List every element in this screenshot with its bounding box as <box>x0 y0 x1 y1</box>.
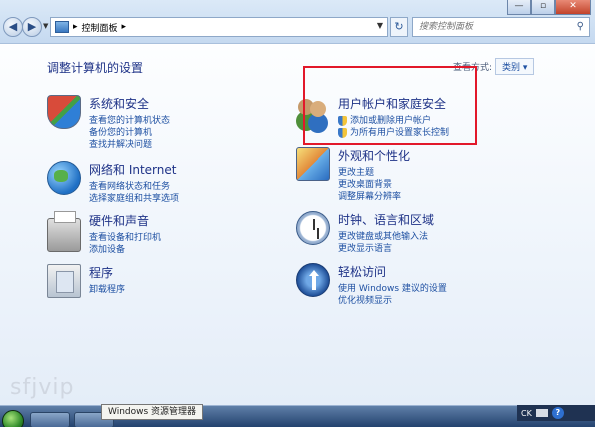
close-button[interactable]: ✕ <box>555 0 591 15</box>
control-panel-content: 调整计算机的设置 查看方式: 类别 ▾ 系统和安全 查看您的计算机状态 备份您的… <box>0 45 595 405</box>
maximize-button[interactable]: ▫ <box>531 0 555 15</box>
keyboard-icon[interactable] <box>535 409 548 417</box>
category-network: 网络和 Internet 查看网络状态和任务 选择家庭组和共享选项 <box>47 161 179 205</box>
category-title[interactable]: 外观和个性化 <box>338 147 410 164</box>
category-link[interactable]: 备份您的计算机 <box>89 127 170 139</box>
forward-arrow-icon: ▶ <box>27 20 37 33</box>
category-title[interactable]: 轻松访问 <box>338 263 447 280</box>
search-icon[interactable]: ⚲ <box>577 21 584 32</box>
address-toolbar: — ▫ ✕ ◀ ▶ ▼ ▸ 控制面板 ▸ ▼ ↻ ⚲ <box>0 0 595 44</box>
address-bar[interactable]: ▸ 控制面板 ▸ ▼ <box>50 17 388 37</box>
forward-button[interactable]: ▶ <box>22 17 42 37</box>
refresh-button[interactable]: ↻ <box>390 17 408 37</box>
page-title: 调整计算机的设置 <box>47 61 144 75</box>
category-ease-of-access: 轻松访问 使用 Windows 建议的设置 优化视频显示 <box>296 263 447 307</box>
start-button[interactable] <box>2 410 24 427</box>
taskbar-item[interactable] <box>30 412 70 427</box>
language-indicator[interactable]: CK <box>521 409 532 418</box>
category-link[interactable]: 查看您的计算机状态 <box>89 115 170 127</box>
category-link[interactable]: 更改显示语言 <box>338 243 434 255</box>
search-box[interactable]: ⚲ <box>412 17 590 37</box>
category-title[interactable]: 程序 <box>89 264 125 281</box>
category-title[interactable]: 网络和 Internet <box>89 161 179 178</box>
clock-globe-icon[interactable] <box>296 211 330 245</box>
category-hardware-sound: 硬件和声音 查看设备和打印机 添加设备 <box>47 211 161 256</box>
back-button[interactable]: ◀ <box>3 17 23 37</box>
category-link[interactable]: 更改主题 <box>338 167 410 179</box>
window-controls: — ▫ ✕ <box>507 0 591 15</box>
category-link[interactable]: 更改键盘或其他输入法 <box>338 231 434 243</box>
category-link[interactable]: 查看设备和打印机 <box>89 232 161 244</box>
category-link[interactable]: 查找并解决问题 <box>89 139 170 151</box>
address-dropdown-icon[interactable]: ▼ <box>377 21 383 30</box>
category-appearance: 外观和个性化 更改主题 更改桌面背景 调整屏幕分辨率 <box>296 147 410 203</box>
programs-icon[interactable] <box>47 264 81 298</box>
breadcrumb-separator[interactable]: ▸ <box>73 22 78 32</box>
category-link[interactable]: 选择家庭组和共享选项 <box>89 193 179 205</box>
category-title[interactable]: 系统和安全 <box>89 95 170 112</box>
category-link[interactable]: 查看网络状态和任务 <box>89 181 179 193</box>
search-input[interactable] <box>413 18 563 36</box>
system-security-icon[interactable] <box>47 95 81 129</box>
view-by-select[interactable]: 类别 ▾ <box>495 58 535 75</box>
network-globe-icon[interactable] <box>47 161 81 195</box>
watermark: sfjvip <box>10 375 75 400</box>
help-icon[interactable]: ? <box>551 407 564 419</box>
refresh-icon: ↻ <box>394 20 404 33</box>
highlight-box <box>303 66 477 145</box>
category-link[interactable]: 使用 Windows 建议的设置 <box>338 283 447 295</box>
control-panel-icon <box>55 21 69 33</box>
breadcrumb-separator-2[interactable]: ▸ <box>122 22 127 32</box>
minimize-button[interactable]: — <box>507 0 531 15</box>
recent-pages-dropdown-icon[interactable]: ▼ <box>43 22 48 30</box>
taskbar-tooltip: Windows 资源管理器 <box>101 404 204 420</box>
category-system-security: 系统和安全 查看您的计算机状态 备份您的计算机 查找并解决问题 <box>47 95 170 151</box>
appearance-icon[interactable] <box>296 147 330 181</box>
breadcrumb-control-panel[interactable]: 控制面板 <box>82 21 118 34</box>
ease-of-access-icon[interactable] <box>296 263 330 297</box>
category-link[interactable]: 卸载程序 <box>89 284 125 296</box>
back-arrow-icon: ◀ <box>8 20 18 33</box>
printer-icon[interactable] <box>47 211 81 252</box>
category-title[interactable]: 硬件和声音 <box>89 212 161 229</box>
language-bar: CK ? <box>517 405 595 421</box>
category-link[interactable]: 添加设备 <box>89 244 161 256</box>
category-link[interactable]: 调整屏幕分辨率 <box>338 191 410 203</box>
category-title[interactable]: 时钟、语言和区域 <box>338 211 434 228</box>
category-programs: 程序 卸载程序 <box>47 264 125 298</box>
category-link[interactable]: 优化视频显示 <box>338 295 447 307</box>
category-link[interactable]: 更改桌面背景 <box>338 179 410 191</box>
category-clock-language: 时钟、语言和区域 更改键盘或其他输入法 更改显示语言 <box>296 211 434 255</box>
